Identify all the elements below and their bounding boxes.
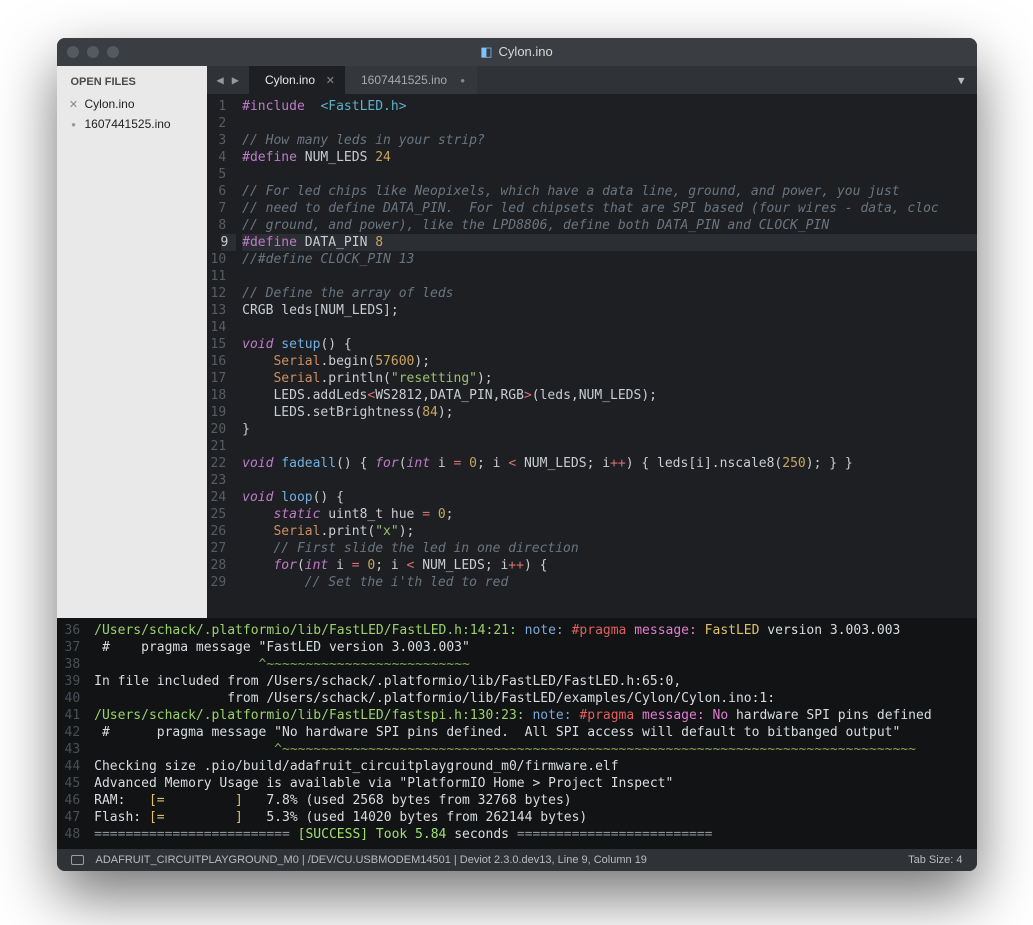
close-icon[interactable]: ✕ bbox=[69, 98, 79, 111]
status-bar: ADAFRUIT_CIRCUITPLAYGROUND_M0 | /DEV/CU.… bbox=[57, 849, 977, 871]
line-gutter: 1234567891011121314151617181920212223242… bbox=[207, 94, 237, 618]
traffic-lights bbox=[67, 46, 119, 58]
code-editor[interactable]: 1234567891011121314151617181920212223242… bbox=[207, 94, 977, 618]
status-left[interactable]: ADAFRUIT_CIRCUITPLAYGROUND_M0 | /DEV/CU.… bbox=[96, 854, 647, 866]
sidebar-item-label: 1607441525.ino bbox=[85, 117, 171, 131]
editor-window: ◧Cylon.ino OPEN FILES ✕ Cylon.ino ● 1607… bbox=[57, 38, 977, 871]
tab-cylon[interactable]: Cylon.ino ✕ bbox=[249, 66, 345, 94]
sidebar-item-1607441525[interactable]: ● 1607441525.ino bbox=[57, 114, 207, 134]
status-tabsize[interactable]: Tab Size: 4 bbox=[908, 854, 962, 866]
console-content[interactable]: /Users/schack/.platformio/lib/FastLED/Fa… bbox=[90, 618, 976, 849]
panel-icon[interactable] bbox=[71, 855, 84, 865]
minimize-icon[interactable] bbox=[87, 46, 99, 58]
titlebar[interactable]: ◧Cylon.ino bbox=[57, 38, 977, 66]
close-icon[interactable]: ✕ bbox=[326, 74, 335, 87]
modified-icon: ● bbox=[69, 120, 79, 129]
close-icon[interactable] bbox=[67, 46, 79, 58]
tab-bar: ◀ ▶ Cylon.ino ✕ 1607441525.ino ● ▼ bbox=[207, 66, 977, 94]
tab-1607441525[interactable]: 1607441525.ino ● bbox=[345, 66, 477, 94]
sidebar: OPEN FILES ✕ Cylon.ino ● 1607441525.ino bbox=[57, 66, 207, 618]
nav-back-icon[interactable]: ◀ bbox=[217, 73, 224, 87]
nav-forward-icon[interactable]: ▶ bbox=[232, 73, 239, 87]
window-title: ◧Cylon.ino bbox=[57, 44, 977, 60]
tab-label: 1607441525.ino bbox=[361, 73, 447, 87]
code-content[interactable]: #include <FastLED.h> // How many leds in… bbox=[236, 94, 976, 618]
tab-label: Cylon.ino bbox=[265, 73, 315, 87]
console-gutter: 36373839404142434445464748 bbox=[57, 618, 91, 849]
sidebar-item-label: Cylon.ino bbox=[85, 97, 135, 111]
document-icon: ◧ bbox=[480, 44, 492, 59]
tab-overflow-icon[interactable]: ▼ bbox=[958, 74, 965, 87]
sidebar-header: OPEN FILES bbox=[57, 66, 207, 94]
tab-history-nav: ◀ ▶ bbox=[207, 73, 249, 87]
modified-icon: ● bbox=[460, 76, 465, 85]
editor-pane: ◀ ▶ Cylon.ino ✕ 1607441525.ino ● ▼ 12345… bbox=[207, 66, 977, 618]
zoom-icon[interactable] bbox=[107, 46, 119, 58]
sidebar-item-cylon[interactable]: ✕ Cylon.ino bbox=[57, 94, 207, 114]
build-console[interactable]: 36373839404142434445464748 /Users/schack… bbox=[57, 618, 977, 849]
